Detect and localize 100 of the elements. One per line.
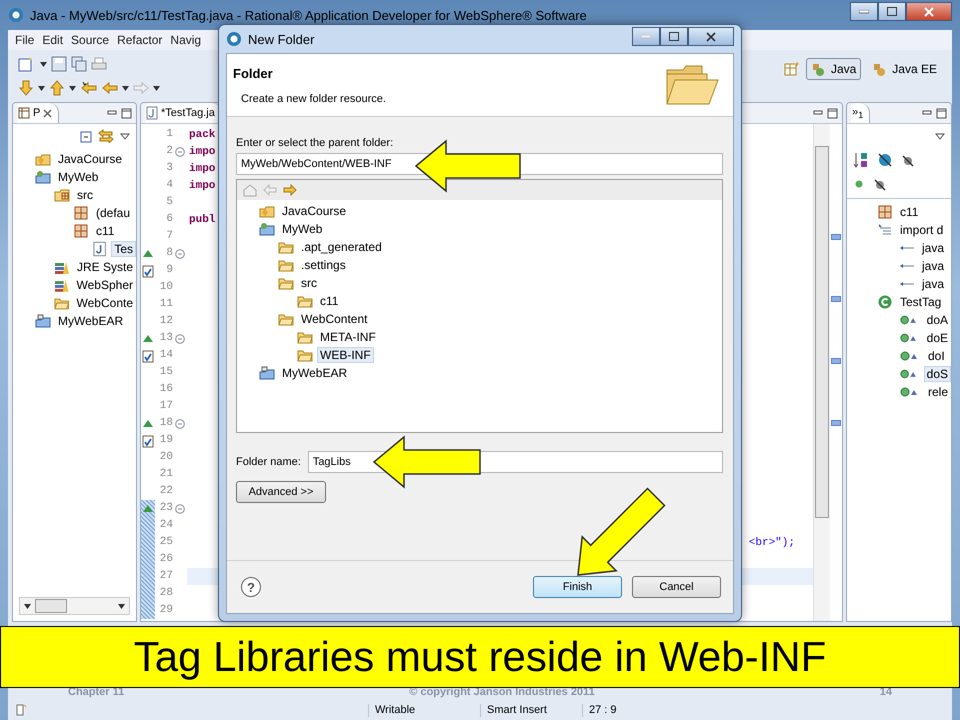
outline-item[interactable]: java [919,276,948,292]
package-explorer-icon [18,107,30,119]
folder-tree-item[interactable]: MyWeb [279,221,326,237]
folder-tree-item[interactable]: src [298,275,320,291]
advanced-button[interactable]: Advanced >> [236,481,326,503]
code-text: impo [189,162,216,174]
help-button[interactable]: ? [241,577,261,597]
fold-icon[interactable] [175,504,185,514]
caret-icon[interactable] [38,86,45,90]
perspective-icon [810,61,827,77]
explorer-item[interactable]: c11 [93,223,118,239]
explorer-item[interactable]: MyWebEAR [55,313,126,329]
sort-icon[interactable] [853,152,869,168]
caret-icon[interactable] [122,86,129,90]
outline-item[interactable]: doS [924,366,951,382]
line-number: 11 [158,297,173,312]
outline-item[interactable]: c11 [897,204,922,220]
explorer-item[interactable]: WebSpher [74,277,136,293]
minimize-button[interactable] [850,2,878,21]
maximize-icon[interactable] [121,108,132,118]
folder-tree-item[interactable]: JavaCourse [279,203,350,219]
menu-item[interactable]: Edit [38,33,68,47]
maximize-icon[interactable] [936,108,947,118]
explorer-item[interactable]: JavaCourse [55,151,126,167]
app-icon [8,7,24,23]
fold-icon[interactable] [175,418,185,428]
horizontal-scrollbar[interactable] [19,597,130,615]
overview-marker[interactable] [831,358,841,364]
status-field: 27 : 9 [582,704,749,717]
open-perspective-icon[interactable] [784,61,800,77]
outline-item[interactable]: TestTag [897,294,944,310]
explorer-item[interactable]: src [74,187,96,203]
field-label: Folder name: [236,456,301,468]
folder-tree[interactable]: JavaCourse MyWeb .apt_generated .settings src c11 WebContent META-INF WEB-INF MyWebEAR [236,179,723,433]
fold-icon[interactable] [175,248,185,258]
explorer-item[interactable]: MyWeb [55,169,102,185]
dialog-button[interactable]: Cancel [632,576,721,598]
menu-item[interactable]: Navig [166,33,206,47]
maximize-button[interactable] [878,2,906,21]
outline-item[interactable]: rele [924,384,951,400]
source-folder-icon [54,187,70,203]
folder-tree-item[interactable]: WEB-INF [317,347,374,363]
folder-tree-item[interactable]: MyWebEAR [279,365,350,381]
overview-marker[interactable] [831,234,841,240]
hide-fields-icon[interactable] [877,152,893,168]
outline-item[interactable]: java [919,240,948,256]
view-tab[interactable]: P [17,103,60,123]
package-icon [73,205,89,221]
line-number: 3 [165,161,173,176]
folder-tree-item[interactable]: c11 [317,293,342,309]
code-text: pack [189,128,216,140]
fold-icon[interactable] [175,334,185,344]
outline-item[interactable]: doI [925,348,948,364]
view-menu-icon[interactable] [935,132,945,140]
link-arrows-icon[interactable] [98,129,114,143]
forward-arrow-icon[interactable] [283,184,297,196]
menu-item[interactable]: File [11,33,38,47]
maximize-icon[interactable] [827,108,838,118]
explorer-item[interactable]: (defau [93,205,134,221]
perspective-button[interactable]: Java EE [867,58,942,80]
view-menu-icon[interactable] [120,132,130,140]
caret-icon[interactable] [153,86,160,90]
folder-tree-item[interactable]: .settings [298,257,349,273]
dialog-button[interactable]: Finish [533,576,622,598]
overview-marker[interactable] [831,420,841,426]
web-project-icon [259,221,275,237]
collapse-all-icon[interactable] [78,129,92,143]
perspective-button[interactable]: Java [806,58,862,80]
explorer-item[interactable]: WebConte [74,295,136,311]
close-button[interactable] [906,2,952,21]
overview-marker[interactable] [831,296,841,302]
explorer-item[interactable]: Tes [111,241,136,257]
menu-item[interactable]: Source [67,33,114,47]
outline-item[interactable]: java [919,258,948,274]
import-icon [899,245,915,251]
vertical-scrollbar[interactable] [813,124,830,621]
caret-icon[interactable] [24,604,31,608]
back-star-icon[interactable] [80,80,98,96]
overflow-tab[interactable]: »$_{1}$ [851,103,870,123]
menu-item[interactable]: Refactor [113,33,166,47]
caret-icon[interactable] [118,604,125,608]
line-number: 4 [165,178,173,193]
caret-icon[interactable] [69,86,76,90]
folder-tree-item[interactable]: WebContent [298,311,370,327]
close-button[interactable] [688,27,734,46]
folder-tree-item[interactable]: META-INF [317,329,379,345]
save-icon[interactable] [51,56,67,72]
fold-icon[interactable] [175,146,185,156]
outline-item[interactable]: doA [924,312,951,328]
maximize-button[interactable] [660,27,688,46]
folder-tree-item[interactable]: .apt_generated [298,239,385,255]
close-icon[interactable] [43,108,52,118]
print-icon[interactable] [91,56,107,72]
minimize-button[interactable] [632,27,660,46]
explorer-item[interactable]: JRE Syste [74,259,136,275]
web-project-icon [35,169,51,185]
caret-icon[interactable] [40,62,47,66]
save-all-icon[interactable] [71,56,87,72]
outline-item[interactable]: doE [924,330,951,346]
outline-item[interactable]: import d [897,222,946,238]
